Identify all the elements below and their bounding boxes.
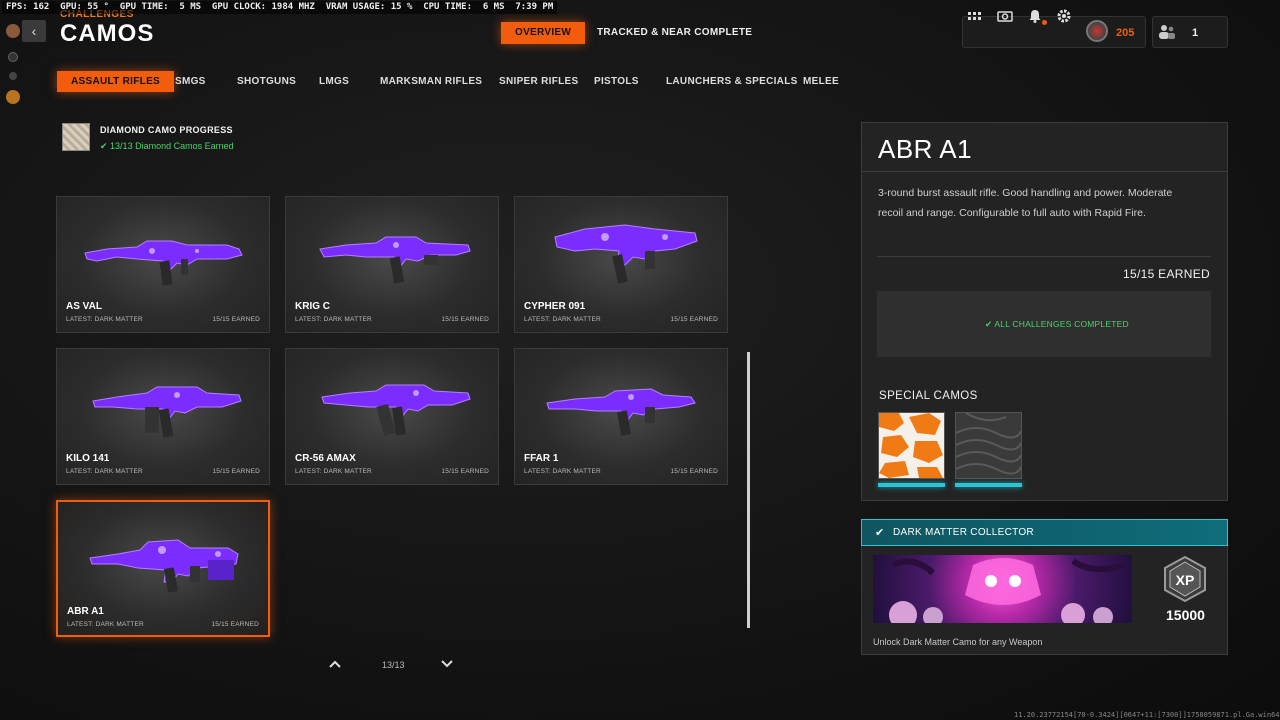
weapon-card[interactable]: KRIG C LATEST: DARK MATTER 15/15 EARNED	[285, 196, 499, 333]
weapon-cr-56-amax-icon	[321, 384, 471, 437]
weapon-earned: 15/15 EARNED	[212, 316, 260, 323]
weapon-latest-camo: LATEST: DARK MATTER	[524, 316, 601, 323]
camera-icon[interactable]	[997, 8, 1013, 24]
page-down-icon[interactable]	[440, 656, 454, 672]
weapon-ffar-1-icon	[546, 388, 696, 436]
divider	[861, 171, 1228, 172]
reward-description: Unlock Dark Matter Camo for any Weapon	[873, 637, 1043, 647]
weapon-abr-a1-icon	[89, 539, 239, 593]
weapon-latest-camo: LATEST: DARK MATTER	[295, 468, 372, 475]
party-count: 1	[1192, 27, 1199, 39]
category-smgs[interactable]: SMGS	[161, 71, 220, 92]
grid-scrollbar[interactable]	[747, 352, 750, 628]
detail-description: 3-round burst assault rifle. Good handli…	[878, 187, 1173, 219]
weapon-latest-camo: LATEST: DARK MATTER	[295, 316, 372, 323]
category-shotguns[interactable]: SHOTGUNS	[223, 71, 310, 92]
category-launchers-specials[interactable]: LAUNCHERS & SPECIALS	[652, 71, 812, 92]
reward-xp-amount: 15000	[1166, 607, 1205, 623]
weapon-latest-camo: LATEST: DARK MATTER	[67, 621, 144, 628]
special-camo-orange-swatch[interactable]	[878, 412, 945, 479]
weapon-latest-camo: LATEST: DARK MATTER	[66, 468, 143, 475]
category-assault-rifles[interactable]: ASSAULT RIFLES	[57, 71, 175, 92]
back-button[interactable]: ‹	[22, 20, 46, 42]
weapon-name: KRIG C	[295, 301, 330, 312]
weapon-card-selected[interactable]: ABR A1 LATEST: DARK MATTER 15/15 EARNED	[56, 500, 270, 637]
weapon-name: CR-56 AMAX	[295, 453, 356, 464]
weapon-earned: 15/15 EARNED	[670, 468, 718, 475]
rail-badge-icon	[6, 90, 20, 104]
page-indicator: 13/13	[382, 660, 405, 670]
page-title: CAMOS	[60, 20, 155, 47]
category-marksman-rifles[interactable]: MARKSMAN RIFLES	[366, 71, 496, 92]
rail-dot-icon	[9, 72, 17, 80]
weapon-earned: 15/15 EARNED	[211, 621, 259, 628]
xp-badge-label: XP	[1176, 572, 1195, 588]
page-up-icon[interactable]	[328, 656, 342, 672]
weapon-card[interactable]: KILO 141 LATEST: DARK MATTER 15/15 EARNE…	[56, 348, 270, 485]
weapon-name: AS VAL	[66, 301, 102, 312]
weapon-earned: 15/15 EARNED	[441, 468, 489, 475]
diamond-progress-status: ✔ 13/13 Diamond Camos Earned	[100, 141, 234, 152]
weapon-name: KILO 141	[66, 453, 110, 464]
weapon-cypher-091-icon	[554, 224, 698, 284]
weapon-earned: 15/15 EARNED	[670, 316, 718, 323]
weapon-card[interactable]: CR-56 AMAX LATEST: DARK MATTER 15/15 EAR…	[285, 348, 499, 485]
notification-bell-icon[interactable]	[1027, 8, 1043, 24]
grid-menu-icon[interactable]	[967, 8, 983, 24]
weapon-card[interactable]: AS VAL LATEST: DARK MATTER 15/15 EARNED	[56, 196, 270, 333]
weapon-name: CYPHER 091	[524, 301, 586, 312]
weapon-earned: 15/15 EARNED	[212, 468, 260, 475]
avatar-icon	[6, 24, 20, 38]
weapon-card[interactable]: CYPHER 091 LATEST: DARK MATTER 15/15 EAR…	[514, 196, 728, 333]
tab-tracked-near-complete[interactable]: TRACKED & NEAR COMPLETE	[583, 22, 766, 44]
weapon-name: FFAR 1	[524, 453, 559, 464]
player-rank: 205	[1116, 27, 1135, 39]
weapon-name: ABR A1	[67, 606, 104, 617]
party-members-icon	[1158, 24, 1176, 43]
special-camos-title: SPECIAL CAMOS	[879, 390, 978, 402]
reward-title: DARK MATTER COLLECTOR	[893, 527, 1034, 538]
detail-earned-count: 15/15 EARNED	[1123, 267, 1210, 281]
chevron-left-icon: ‹	[31, 23, 37, 39]
weapon-kilo-141-icon	[92, 386, 242, 438]
special-camo-progress-bar	[955, 483, 1022, 487]
notification-dot	[1042, 20, 1047, 25]
weapon-earned: 15/15 EARNED	[441, 316, 489, 323]
rank-emblem-icon[interactable]	[1086, 20, 1108, 42]
weapon-card[interactable]: FFAR 1 LATEST: DARK MATTER 15/15 EARNED	[514, 348, 728, 485]
weapon-latest-camo: LATEST: DARK MATTER	[524, 468, 601, 475]
diamond-status-text: 13/13 Diamond Camos Earned	[110, 141, 234, 151]
divider	[877, 256, 1211, 257]
left-rail	[0, 14, 24, 114]
weapon-krig-c-icon	[319, 236, 471, 284]
weapon-latest-camo: LATEST: DARK MATTER	[66, 316, 143, 323]
challenges-status-text: ALL CHALLENGES COMPLETED	[994, 319, 1129, 329]
special-camo-grey-swatch[interactable]	[955, 412, 1022, 479]
xp-badge-icon: XP	[1163, 555, 1207, 607]
category-lmgs[interactable]: LMGS	[305, 71, 363, 92]
checkmark-icon: ✔	[100, 141, 111, 151]
diamond-camo-swatch	[62, 123, 90, 151]
category-pistols[interactable]: PISTOLS	[580, 71, 653, 92]
reward-calling-card-image	[873, 555, 1132, 623]
checkmark-icon: ✔	[985, 319, 995, 329]
performance-overlay: FPS: 162 GPU: 55 ° GPU TIME: 5 MS GPU CL…	[2, 1, 558, 14]
settings-gear-icon[interactable]	[1056, 8, 1072, 24]
diamond-progress-title: DIAMOND CAMO PROGRESS	[100, 125, 233, 135]
rail-small-icon	[8, 52, 18, 62]
build-info: 11.20.23772154[70-0.3424][0647+11:[7300]…	[1014, 711, 1280, 719]
checkmark-icon: ✔	[875, 527, 885, 539]
category-sniper-rifles[interactable]: SNIPER RIFLES	[485, 71, 592, 92]
category-melee[interactable]: MELEE	[789, 71, 853, 92]
detail-weapon-title: ABR A1	[878, 134, 973, 164]
weapon-as-val-icon	[84, 240, 243, 286]
special-camo-progress-bar	[878, 483, 945, 487]
challenges-status: ✔ ALL CHALLENGES COMPLETED	[985, 319, 1129, 330]
tab-overview[interactable]: OVERVIEW	[501, 22, 586, 44]
